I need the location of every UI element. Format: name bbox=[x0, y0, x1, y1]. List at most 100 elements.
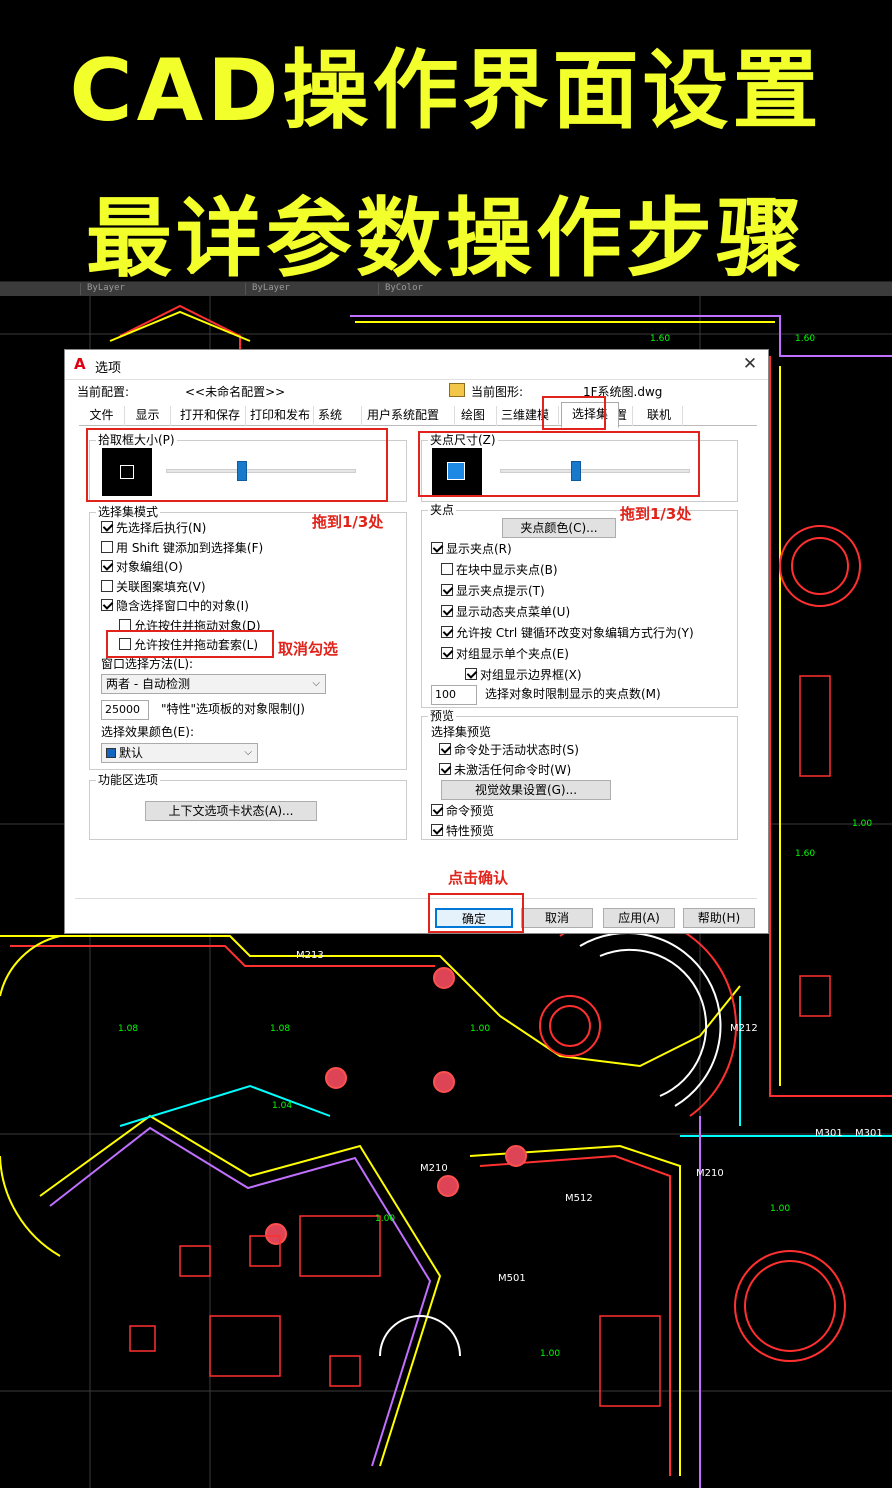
pickbox-highlight-box bbox=[86, 428, 388, 502]
checkbox-label: 未激活任何命令时(W) bbox=[454, 762, 572, 777]
dialog-titlebar[interactable]: A 选项 ✕ bbox=[65, 350, 768, 380]
checkbox-box[interactable] bbox=[439, 763, 451, 775]
noun-verb-selection-checkbox[interactable]: 先选择后执行(N) bbox=[101, 519, 206, 535]
window-method-dropdown[interactable]: 两者 - 自动检测 ⌵ bbox=[101, 674, 326, 694]
checkbox-box[interactable] bbox=[441, 647, 453, 659]
svg-text:1.08: 1.08 bbox=[270, 1024, 290, 1034]
visual-effect-settings-button[interactable]: 视觉效果设置(G)... bbox=[441, 780, 611, 800]
svg-text:1.00: 1.00 bbox=[540, 1349, 560, 1359]
drag-note-right: 拖到1/3处 bbox=[620, 505, 692, 523]
associative-hatch-checkbox[interactable]: 关联图案填充(V) bbox=[101, 578, 206, 594]
ok-button-highlight-box bbox=[428, 893, 524, 933]
single-grip-groups-checkbox[interactable]: 对组显示单个夹点(E) bbox=[441, 645, 569, 661]
svg-text:1.00: 1.00 bbox=[375, 1214, 395, 1224]
shift-add-checkbox[interactable]: 用 Shift 键添加到选择集(F) bbox=[101, 539, 263, 555]
checkbox-box[interactable] bbox=[441, 563, 453, 575]
svg-text:M212: M212 bbox=[730, 1023, 758, 1034]
checkbox-label: 命令预览 bbox=[446, 803, 495, 818]
window-method-label: 窗口选择方法(L): bbox=[101, 657, 194, 671]
uncheck-note: 取消勾选 bbox=[278, 640, 339, 658]
checkbox-box[interactable] bbox=[431, 824, 443, 836]
checkbox-box[interactable] bbox=[441, 584, 453, 596]
svg-text:M213: M213 bbox=[296, 950, 324, 961]
drawing-file-icon bbox=[449, 383, 465, 397]
checkbox-label: 允许按 Ctrl 键循环改变对象编辑方式行为(Y) bbox=[456, 625, 694, 640]
effect-color-dropdown[interactable]: 默认 ⌵ bbox=[101, 743, 258, 763]
checkbox-box[interactable] bbox=[101, 541, 113, 553]
grip-tips-checkbox[interactable]: 显示夹点提示(T) bbox=[441, 582, 545, 598]
properties-limit-field[interactable]: 25000 bbox=[101, 700, 149, 720]
checkbox-label: 显示夹点(R) bbox=[446, 541, 512, 556]
selection-tab-highlight-box bbox=[542, 396, 606, 430]
title-banner: CAD操作界面设置 最详参数操作步骤 bbox=[0, 0, 892, 289]
svg-text:M512: M512 bbox=[565, 1193, 593, 1204]
close-icon[interactable]: ✕ bbox=[740, 354, 760, 374]
checkbox-label: 关联图案填充(V) bbox=[116, 579, 206, 594]
checkbox-box[interactable] bbox=[431, 804, 443, 816]
checkbox-label: 用 Shift 键添加到选择集(F) bbox=[116, 540, 264, 555]
show-grips-checkbox[interactable]: 显示夹点(R) bbox=[431, 540, 512, 556]
lineweight-dropdown[interactable]: ByLayer bbox=[245, 283, 290, 295]
tab-online[interactable]: 联机 bbox=[643, 406, 683, 426]
selection-modes-label: 选择集模式 bbox=[96, 505, 161, 519]
grips-in-blocks-checkbox[interactable]: 在块中显示夹点(B) bbox=[441, 561, 558, 577]
tab-display[interactable]: 显示 bbox=[125, 406, 171, 426]
implied-windowing-checkbox[interactable]: 隐含选择窗口中的对象(I) bbox=[101, 597, 249, 613]
tab-plot-publish[interactable]: 打印和发布 bbox=[246, 406, 314, 426]
svg-text:1.00: 1.00 bbox=[470, 1024, 490, 1034]
dynamic-grip-menu-checkbox[interactable]: 显示动态夹点菜单(U) bbox=[441, 603, 570, 619]
svg-text:M210: M210 bbox=[696, 1168, 724, 1179]
checkbox-box[interactable] bbox=[439, 743, 451, 755]
checkbox-label: 特性预览 bbox=[446, 823, 495, 838]
apply-button[interactable]: 应用(A) bbox=[603, 908, 675, 928]
preview-active-command-checkbox[interactable]: 命令处于活动状态时(S) bbox=[439, 741, 579, 757]
help-button[interactable]: 帮助(H) bbox=[683, 908, 755, 928]
color-swatch-icon bbox=[106, 748, 116, 758]
object-grouping-checkbox[interactable]: 对象编组(O) bbox=[101, 558, 183, 574]
checkbox-box[interactable] bbox=[441, 626, 453, 638]
checkbox-label: 隐含选择窗口中的对象(I) bbox=[116, 598, 249, 613]
svg-text:1.08: 1.08 bbox=[118, 1024, 138, 1034]
ctrl-cycling-checkbox[interactable]: 允许按 Ctrl 键循环改变对象编辑方式行为(Y) bbox=[441, 624, 694, 640]
contextual-tab-states-button[interactable]: 上下文选项卡状态(A)... bbox=[145, 801, 317, 821]
grips-label: 夹点 bbox=[428, 503, 457, 517]
command-preview-checkbox[interactable]: 命令预览 bbox=[431, 802, 494, 818]
checkbox-label: 在块中显示夹点(B) bbox=[456, 562, 558, 577]
checkbox-label: 命令处于活动状态时(S) bbox=[454, 742, 579, 757]
tab-drafting[interactable]: 绘图 bbox=[457, 406, 497, 426]
tab-files[interactable]: 文件 bbox=[79, 406, 125, 426]
linetype-dropdown[interactable]: ByLayer bbox=[80, 283, 125, 295]
checkbox-box[interactable] bbox=[441, 605, 453, 617]
grip-colors-button[interactable]: 夹点颜色(C)... bbox=[502, 518, 616, 538]
plotstyle-dropdown[interactable]: ByColor bbox=[378, 283, 423, 295]
svg-text:1.00: 1.00 bbox=[770, 1204, 790, 1214]
checkbox-label: 对组显示单个夹点(E) bbox=[456, 646, 569, 661]
tab-open-save[interactable]: 打开和保存 bbox=[176, 406, 246, 426]
drawing-label: 当前图形: bbox=[471, 385, 524, 399]
grip-limit-field[interactable]: 100 bbox=[431, 685, 477, 705]
checkbox-label: 对组显示边界框(X) bbox=[480, 667, 582, 682]
cancel-button[interactable]: 取消 bbox=[521, 908, 593, 928]
dropdown-value: 默认 bbox=[119, 746, 144, 760]
checkbox-box[interactable] bbox=[431, 542, 443, 554]
checkbox-box[interactable] bbox=[101, 521, 113, 533]
checkbox-box[interactable] bbox=[101, 560, 113, 572]
chevron-down-icon: ⌵ bbox=[312, 678, 320, 689]
dialog-title: 选项 bbox=[95, 361, 122, 376]
svg-text:1.00: 1.00 bbox=[852, 819, 872, 829]
preview-no-command-checkbox[interactable]: 未激活任何命令时(W) bbox=[439, 761, 571, 777]
properties-limit-label: "特性"选项板的对象限制(J) bbox=[161, 702, 305, 716]
dropdown-value: 两者 - 自动检测 bbox=[106, 677, 190, 691]
bounding-box-groups-checkbox[interactable]: 对组显示边界框(X) bbox=[465, 666, 582, 682]
button-divider bbox=[75, 898, 757, 899]
banner-line-1: CAD操作界面设置 bbox=[69, 41, 823, 141]
tab-system[interactable]: 系统 bbox=[314, 406, 362, 426]
checkbox-box[interactable] bbox=[465, 668, 477, 680]
lasso-checkbox-highlight-box bbox=[106, 630, 274, 658]
checkbox-box[interactable] bbox=[101, 580, 113, 592]
tab-user-preferences[interactable]: 用户系统配置 bbox=[363, 406, 455, 426]
svg-text:M501: M501 bbox=[498, 1273, 526, 1284]
selection-preview-label: 选择集预览 bbox=[431, 725, 492, 739]
property-preview-checkbox[interactable]: 特性预览 bbox=[431, 822, 494, 838]
checkbox-box[interactable] bbox=[101, 599, 113, 611]
